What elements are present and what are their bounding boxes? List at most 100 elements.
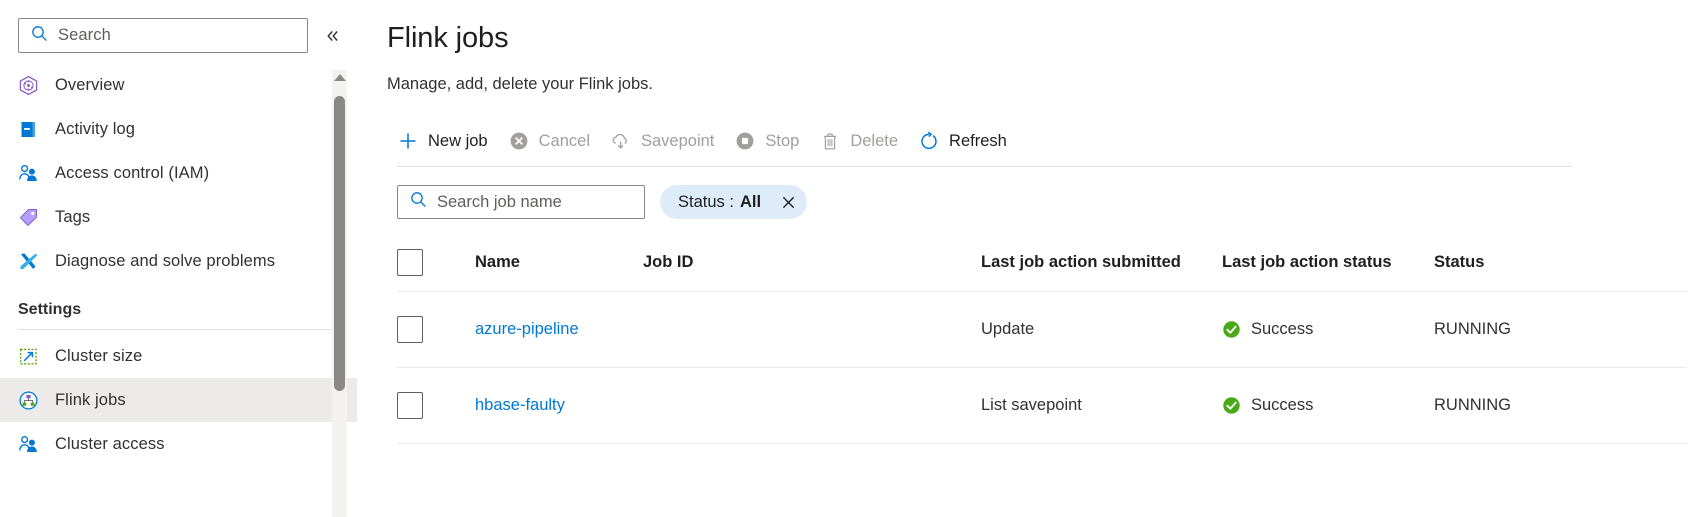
- search-placeholder: Search: [58, 26, 111, 44]
- sidebar-group-title: Settings: [18, 301, 82, 318]
- row-checkbox[interactable]: [397, 315, 423, 343]
- last-action-status-text: Success: [1251, 395, 1314, 414]
- sidebar-item-cluster-access[interactable]: Cluster access: [0, 422, 357, 466]
- activity-log-icon: [18, 118, 46, 140]
- table-row[interactable]: azure-pipeline Update Success RUNNING: [397, 291, 1687, 367]
- row-checkbox[interactable]: [397, 391, 423, 419]
- command-toolbar: New job Cancel Savepoint Stop Delete Ref…: [387, 122, 1698, 160]
- row-job-id-cell: [643, 367, 981, 443]
- sidebar-item-label: Cluster access: [55, 434, 165, 453]
- delete-button[interactable]: Delete: [809, 122, 908, 160]
- success-check-icon: [1222, 320, 1241, 339]
- row-last-action-status-cell: Success: [1222, 291, 1434, 367]
- column-header-last-action-submitted[interactable]: Last job action submitted: [981, 235, 1222, 291]
- scrollbar-thumb[interactable]: [334, 96, 345, 391]
- flink-jobs-icon: [18, 389, 46, 411]
- status-filter-pill[interactable]: Status : All: [660, 185, 808, 219]
- search-icon: [410, 191, 427, 213]
- column-header-status[interactable]: Status: [1434, 235, 1687, 291]
- sidebar-scrollbar[interactable]: [332, 70, 347, 517]
- refresh-button[interactable]: Refresh: [908, 122, 1017, 160]
- status-filter-value: All: [739, 192, 762, 211]
- cancel-button[interactable]: Cancel: [498, 122, 600, 160]
- column-header-last-action-status[interactable]: Last job action status: [1222, 235, 1434, 291]
- sidebar-item-access-control[interactable]: Access control (IAM): [0, 151, 357, 195]
- row-last-action-submitted-cell: List savepoint: [981, 395, 1082, 414]
- table-row[interactable]: hbase-faulty List savepoint Success RUNN…: [397, 367, 1687, 443]
- sidebar-item-label: Overview: [55, 75, 125, 94]
- success-check-icon: [1222, 396, 1241, 415]
- page-title: Flink jobs: [387, 22, 509, 54]
- row-name-cell: hbase-faulty: [475, 367, 643, 443]
- cloud-savepoint-icon: [610, 130, 632, 152]
- savepoint-label: Savepoint: [641, 131, 715, 150]
- stop-label: Stop: [765, 131, 800, 150]
- sidebar-group-settings: Settings: [0, 283, 357, 330]
- sidebar-search-row: Search: [0, 0, 357, 53]
- azure-portal-flink-jobs-page: Search Overview Activity log Access cont…: [0, 0, 1698, 517]
- cancel-icon: [508, 130, 530, 152]
- row-status-cell: RUNNING: [1434, 319, 1511, 338]
- toolbar-divider: [397, 166, 1572, 167]
- row-name-cell: azure-pipeline: [475, 291, 643, 367]
- refresh-label: Refresh: [949, 131, 1007, 150]
- row-select-cell: [397, 291, 475, 367]
- scroll-up-arrow-icon[interactable]: [333, 74, 346, 81]
- sidebar-item-tags[interactable]: Tags: [0, 195, 357, 239]
- row-last-action-status-cell: Success: [1222, 367, 1434, 443]
- job-name-link[interactable]: hbase-faulty: [475, 396, 565, 414]
- diagnose-icon: [18, 250, 46, 272]
- plus-icon: [397, 130, 419, 152]
- row-status-cell: RUNNING: [1434, 395, 1511, 414]
- row-select-cell: [397, 367, 475, 443]
- select-all-checkbox[interactable]: [397, 249, 423, 277]
- delete-label: Delete: [850, 131, 899, 150]
- search-icon: [31, 25, 48, 47]
- collapse-menu-button[interactable]: [322, 25, 344, 47]
- sidebar-item-label: Diagnose and solve problems: [55, 251, 276, 270]
- tags-icon: [18, 206, 46, 228]
- access-control-icon: [18, 162, 46, 184]
- column-header-name[interactable]: Name: [475, 235, 643, 291]
- resource-menu-sidebar: Search Overview Activity log Access cont…: [0, 0, 357, 517]
- main-content: Flink jobs Manage, add, delete your Flin…: [357, 0, 1698, 517]
- search-input[interactable]: Search: [18, 18, 308, 53]
- cancel-label: Cancel: [538, 131, 590, 150]
- status-filter-remove-button[interactable]: [775, 189, 801, 215]
- column-header-job-id[interactable]: Job ID: [643, 235, 981, 291]
- cluster-size-icon: [18, 345, 46, 367]
- new-job-label: New job: [428, 131, 488, 150]
- sidebar-item-label: Access control (IAM): [55, 163, 210, 182]
- table-header-row: Name Job ID Last job action submitted La…: [397, 235, 1687, 291]
- select-all-header: [397, 235, 475, 291]
- row-last-action-submitted-cell: Update: [981, 319, 1035, 338]
- search-job-name-placeholder: Search job name: [437, 192, 562, 211]
- filter-row: Search job name Status : All: [387, 185, 1698, 219]
- search-job-name-input[interactable]: Search job name: [397, 185, 645, 219]
- new-job-button[interactable]: New job: [387, 122, 498, 160]
- savepoint-button[interactable]: Savepoint: [600, 122, 724, 160]
- sidebar-item-diagnose[interactable]: Diagnose and solve problems: [0, 239, 357, 283]
- cluster-access-icon: [18, 433, 46, 455]
- row-job-id-cell: [643, 291, 981, 367]
- sidebar-item-label: Flink jobs: [55, 390, 126, 409]
- sidebar-item-label: Tags: [55, 207, 91, 226]
- sidebar-item-label: Activity log: [55, 119, 136, 138]
- job-name-link[interactable]: azure-pipeline: [475, 320, 579, 338]
- sidebar-item-label: Cluster size: [55, 346, 143, 365]
- sidebar-nav: Overview Activity log Access control (IA…: [0, 63, 357, 466]
- last-action-status-text: Success: [1251, 319, 1314, 338]
- refresh-icon: [918, 130, 940, 152]
- status-filter-label: Status :: [678, 192, 734, 211]
- overview-icon: [18, 74, 46, 96]
- stop-button[interactable]: Stop: [724, 122, 809, 160]
- page-subtitle: Manage, add, delete your Flink jobs.: [387, 75, 653, 93]
- trash-icon: [819, 130, 841, 152]
- sidebar-item-flink-jobs[interactable]: Flink jobs: [0, 378, 357, 422]
- flink-jobs-table: Name Job ID Last job action submitted La…: [397, 235, 1687, 444]
- sidebar-item-overview[interactable]: Overview: [0, 63, 357, 107]
- sidebar-item-cluster-size[interactable]: Cluster size: [0, 334, 357, 378]
- stop-icon: [734, 130, 756, 152]
- sidebar-item-activity-log[interactable]: Activity log: [0, 107, 357, 151]
- sidebar-group-divider: [18, 329, 332, 330]
